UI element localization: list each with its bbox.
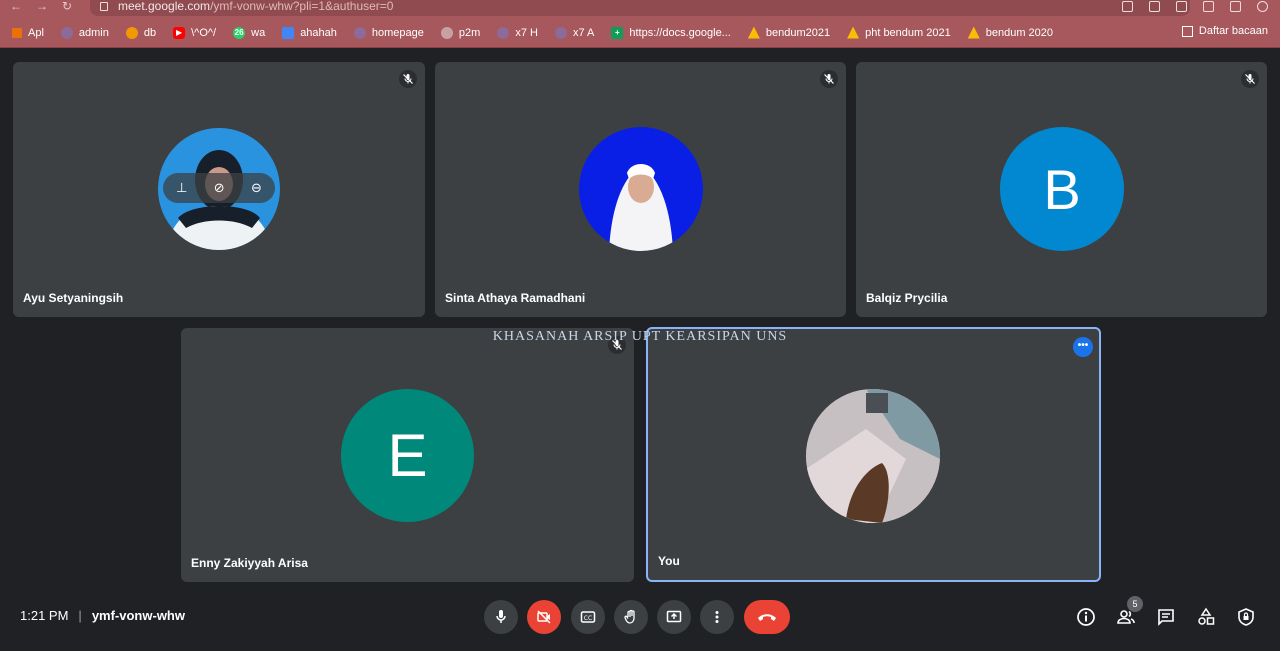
bookmark-apps[interactable]: Apl [12, 27, 44, 39]
bookmark-x7a[interactable]: x7 A [554, 26, 594, 39]
participant-tile-enny[interactable]: E Enny Zakiyyah Arisa [181, 328, 634, 582]
reading-list-button[interactable]: Daftar bacaan [1181, 25, 1268, 37]
avatar: B [1000, 127, 1124, 251]
share-icon[interactable] [1176, 1, 1187, 12]
participant-tile-ayu[interactable]: ⊥ ⊘ ⊖ Ayu Setyaningsih [13, 62, 425, 317]
meeting-time: 1:21 PM [20, 608, 69, 623]
mic-icon [496, 610, 506, 623]
globe-icon [497, 26, 510, 39]
participant-name: You [658, 554, 680, 568]
back-icon[interactable]: ← [10, 0, 22, 14]
activities-button[interactable] [1193, 604, 1219, 630]
reload-icon[interactable]: ↻ [62, 0, 72, 14]
chat-icon [1158, 609, 1174, 626]
bookmark-wa[interactable]: 26 wa [233, 26, 265, 39]
bookmark-homepage[interactable]: homepage [353, 26, 424, 39]
youtube-icon: ▶ [173, 26, 186, 39]
url-host: meet.google.com [118, 0, 211, 13]
participant-tile-sinta[interactable]: Sinta Athaya Ramadhani [435, 62, 846, 317]
avatar-letter: B [1043, 157, 1081, 221]
chat-button[interactable] [1153, 604, 1179, 630]
mic-off-icon [1241, 70, 1259, 88]
avatar: E [341, 389, 474, 522]
captions-button[interactable]: CC [571, 600, 605, 634]
hang-up-icon [758, 614, 776, 621]
leave-call-button[interactable] [744, 600, 790, 634]
bookmark-pht-bendum[interactable]: pht bendum 2021 [847, 26, 951, 39]
present-screen-icon [666, 610, 682, 623]
people-count-badge: 5 [1127, 596, 1143, 612]
people-button[interactable]: 5 [1113, 596, 1143, 630]
globe-icon [353, 26, 366, 39]
avatar: ⊥ ⊘ ⊖ [158, 128, 280, 250]
bookmark-x7h[interactable]: x7 H [497, 26, 538, 39]
browser-toolbar: ← → ↻ meet.google.com/ymf-vonw-whw?pli=1… [0, 0, 1280, 18]
captions-icon: CC [580, 611, 596, 623]
pin-icon[interactable]: ⊥ [176, 180, 187, 196]
watermark-text: KHASANAH ARSIP UPT KEARSIPAN UNS [492, 329, 788, 344]
camera-off-icon [537, 610, 551, 624]
bookmarks-bar: Apl admin db ▶ \^O^/ 26 wa ahahah homepage… [0, 18, 1280, 48]
mute-participant-icon[interactable]: ⊘ [214, 180, 225, 196]
participant-name: Sinta Athaya Ramadhani [445, 291, 586, 305]
divider: | [78, 608, 82, 623]
mic-off-icon [399, 70, 417, 88]
bookmark-bendum2021[interactable]: bendum2021 [747, 26, 830, 39]
more-vert-icon [715, 611, 719, 623]
sheets-icon: + [611, 26, 624, 39]
forward-icon[interactable]: → [36, 0, 48, 14]
meeting-code: ymf-vonw-whw [91, 608, 185, 623]
apps-grid-icon [12, 27, 22, 38]
participant-tile-you[interactable]: ••• You [646, 327, 1101, 582]
globe-icon [554, 26, 567, 39]
shield-icon [1238, 608, 1254, 626]
avatar [806, 389, 940, 523]
globe-icon [60, 26, 73, 39]
participant-name: Balqiz Prycilia [866, 291, 948, 305]
more-options-button[interactable] [700, 600, 734, 634]
participant-name: Ayu Setyaningsih [23, 291, 124, 305]
present-button[interactable] [657, 600, 691, 634]
participant-name: Enny Zakiyyah Arisa [191, 556, 308, 570]
lock-icon [100, 2, 108, 11]
camera-button[interactable] [527, 600, 561, 634]
url-path: /ymf-vonw-whw?pli=1&authuser=0 [210, 0, 394, 13]
translate-icon[interactable] [1149, 1, 1160, 12]
participant-tile-balqiz[interactable]: B Balqiz Prycilia [856, 62, 1267, 317]
svg-text:CC: CC [584, 615, 592, 622]
tile-hover-controls: ⊥ ⊘ ⊖ [163, 173, 275, 203]
mic-button[interactable] [484, 600, 518, 634]
drive-icon [967, 26, 980, 39]
bookmark-docs[interactable]: + https://docs.google... [611, 26, 731, 39]
bookmark-db[interactable]: db [125, 26, 156, 39]
meeting-toolbar: 1:21 PM | ymf-vonw-whw CC 5 [0, 590, 1280, 651]
camera-icon[interactable] [1122, 1, 1133, 12]
info-icon [1077, 608, 1095, 626]
drive-icon [847, 26, 860, 39]
avatar [579, 127, 703, 251]
bookmark-ahahah[interactable]: ahahah [282, 26, 337, 39]
globe-icon [440, 26, 453, 39]
drive-icon [747, 26, 760, 39]
extensions-icon[interactable] [1230, 1, 1241, 12]
host-controls-button[interactable] [1233, 604, 1259, 630]
meeting-details-button[interactable] [1073, 604, 1099, 630]
star-icon[interactable] [1203, 1, 1214, 12]
mic-off-icon [820, 70, 838, 88]
bookmark-p2m[interactable]: p2m [440, 26, 480, 39]
remove-icon[interactable]: ⊖ [251, 180, 262, 196]
reading-list-icon [1181, 25, 1193, 37]
profile-icon[interactable] [1257, 1, 1268, 12]
bookmark-youtube[interactable]: ▶ \^O^/ [173, 26, 216, 39]
activities-icon [1198, 607, 1215, 625]
avatar-letter: E [387, 422, 428, 489]
hand-icon [624, 609, 635, 624]
address-bar[interactable]: meet.google.com/ymf-vonw-whw?pli=1&authu… [90, 0, 1190, 16]
bookmark-bendum2020[interactable]: bendum 2020 [967, 26, 1053, 39]
whatsapp-icon: 26 [233, 26, 246, 39]
raise-hand-button[interactable] [614, 600, 648, 634]
flutter-icon [282, 26, 295, 39]
db-icon [125, 26, 138, 39]
bookmark-admin[interactable]: admin [60, 26, 109, 39]
